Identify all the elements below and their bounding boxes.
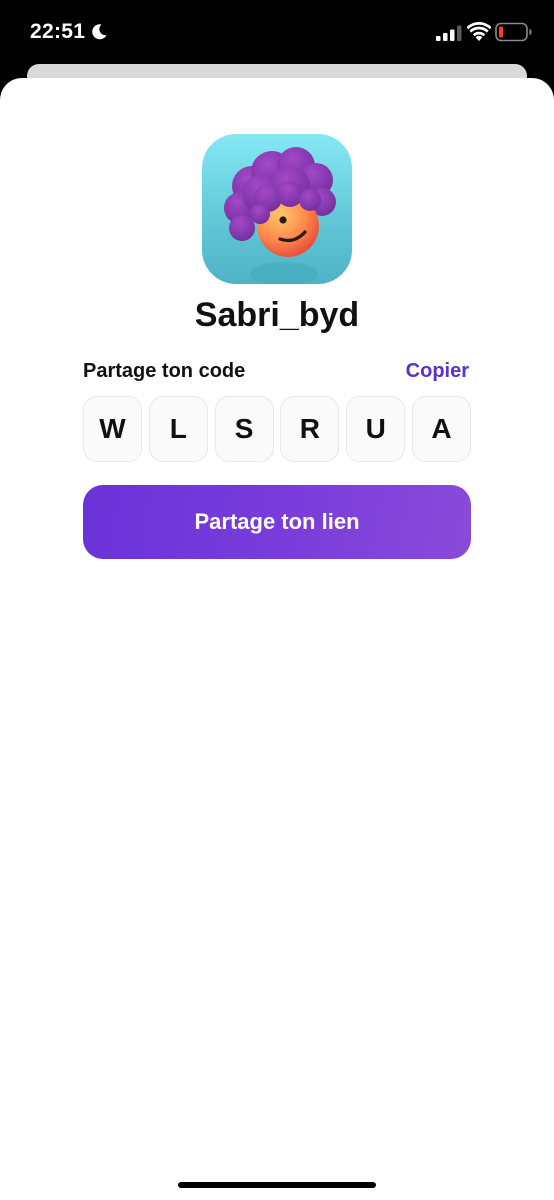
username: Sabri_byd [194,296,360,334]
battery-icon [495,22,532,42]
share-link-button[interactable]: Partage ton lien [83,485,471,559]
copy-button[interactable]: Copier [406,360,469,383]
code-letter: A [411,396,471,462]
home-indicator[interactable] [178,1182,376,1188]
avatar [202,134,352,284]
code-letter: R [280,396,340,462]
status-time: 22:51 [30,20,86,43]
wifi-icon [467,22,491,41]
share-code-label: Partage ton code [83,360,246,382]
code-letter: S [214,396,274,462]
moon-icon [92,24,107,40]
code-letter: W [83,396,142,462]
status-bar: 22:51 [0,0,554,64]
code-letter: L [148,396,208,462]
code-letter: U [346,396,406,462]
code-row: W L S R U A [83,396,471,464]
share-link-button-label: Partage ton lien [194,509,360,534]
signal-icon [436,25,462,41]
memoji-icon [224,147,336,284]
